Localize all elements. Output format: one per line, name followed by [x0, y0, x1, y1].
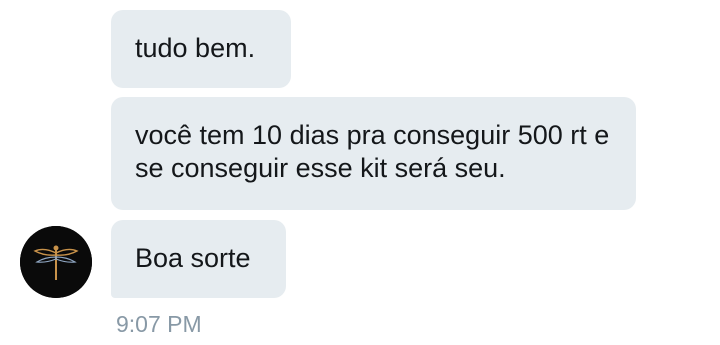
message-text: Boa sorte	[135, 243, 251, 273]
message-text: você tem 10 dias pra conseguir 500 rt e …	[135, 120, 610, 183]
message-bubble[interactable]: você tem 10 dias pra conseguir 500 rt e …	[111, 97, 636, 210]
message-bubble[interactable]: tudo bem.	[111, 10, 291, 88]
message-text: tudo bem.	[135, 33, 256, 63]
dragonfly-icon	[20, 226, 92, 298]
avatar[interactable]	[20, 226, 92, 298]
message-bubble[interactable]: Boa sorte	[111, 220, 286, 298]
message-timestamp: 9:07 PM	[116, 311, 202, 337]
